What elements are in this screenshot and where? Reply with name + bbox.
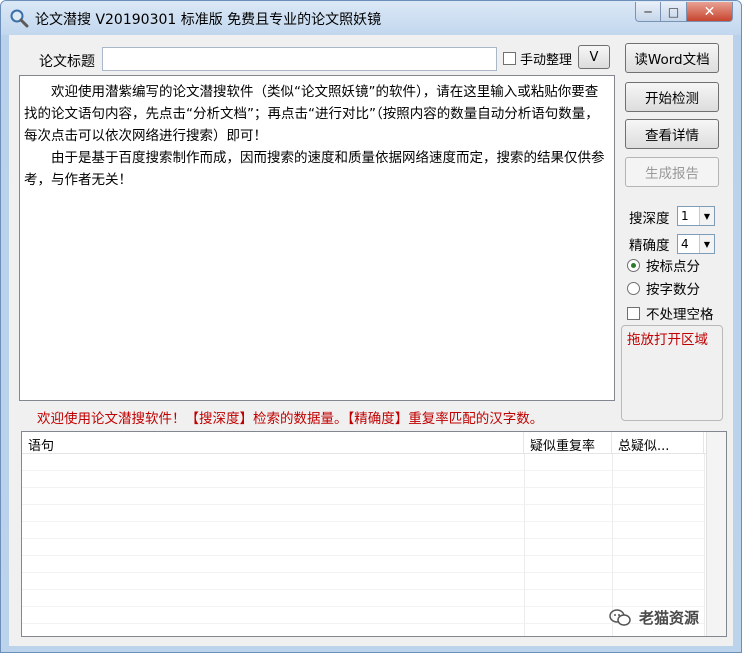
paper-title-label: 论文标题 (39, 54, 95, 70)
split-by-punct-radio[interactable]: 按标点分 (627, 255, 700, 275)
watermark: 老猫资源 (609, 607, 699, 628)
chevron-down-icon[interactable]: ▼ (699, 207, 714, 225)
column-header-repeat-rate[interactable]: 疑似重复率 (524, 432, 612, 453)
content-textarea[interactable]: 欢迎使用潜紫编写的论文潜搜软件（类似“论文照妖镜”的软件），请在这里输入或粘贴你… (19, 75, 615, 401)
column-header-total[interactable]: 总疑似... (612, 432, 704, 453)
no-space-box[interactable] (627, 306, 640, 320)
precision-select[interactable]: 4 ▼ (677, 234, 715, 254)
view-details-button[interactable]: 查看详情 (625, 119, 719, 149)
row-divider (22, 572, 704, 573)
row-divider (22, 589, 704, 590)
drop-open-label: 拖放打开区域 (626, 328, 709, 348)
manual-arrange-checkbox[interactable]: 手动整理 (503, 49, 578, 68)
search-depth-select[interactable]: 1 ▼ (677, 206, 715, 226)
drop-open-area[interactable]: 拖放打开区域 (621, 325, 723, 421)
caption-buttons: ─ □ ✕ (635, 2, 733, 24)
precision-value: 4 (681, 237, 689, 251)
row-divider (22, 538, 704, 539)
manual-arrange-label: 手动整理 (520, 53, 573, 68)
wechat-icon (609, 608, 631, 626)
manual-arrange-box[interactable] (503, 52, 516, 65)
status-text: 欢迎使用论文潜搜软件！【搜深度】检索的数据量。【精确度】重复率匹配的汉字数。 (37, 411, 544, 427)
content-paragraph-2: 由于是基于百度搜索制作而成，因而搜索的速度和质量依据网络速度而定，搜索的结果仅供… (24, 150, 605, 188)
magnifier-icon (10, 9, 29, 28)
maximize-button[interactable]: □ (661, 2, 687, 22)
column-divider (524, 454, 525, 636)
start-detect-button[interactable]: 开始检测 (625, 82, 719, 112)
chevron-down-icon[interactable]: ▼ (699, 235, 714, 253)
radio-unselected-icon[interactable] (627, 281, 640, 295)
title-bar[interactable]: 论文潜搜 V20190301 标准版 免费且专业的论文照妖镜 ─ □ ✕ (1, 1, 741, 35)
row-divider (22, 606, 704, 607)
no-space-checkbox[interactable]: 不处理空格 (627, 303, 714, 323)
row-divider (22, 623, 704, 624)
row-divider (22, 487, 704, 488)
column-divider (704, 454, 705, 636)
radio-selected-icon[interactable] (627, 258, 640, 272)
precision-label: 精确度 (629, 238, 670, 254)
content-paragraph-1: 欢迎使用潜紫编写的论文潜搜软件（类似“论文照妖镜”的软件），请在这里输入或粘贴你… (24, 84, 599, 144)
generate-report-button[interactable]: 生成报告 (625, 157, 719, 187)
minimize-button[interactable]: ─ (635, 2, 661, 22)
app-window: 论文潜搜 V20190301 标准版 免费且专业的论文照妖镜 ─ □ ✕ 论文标… (0, 0, 742, 653)
row-divider (22, 521, 704, 522)
watermark-text: 老猫资源 (639, 609, 700, 627)
table-scrollbar[interactable] (706, 432, 726, 636)
read-word-button[interactable]: 读Word文档 (625, 43, 719, 73)
search-depth-value: 1 (681, 209, 689, 223)
search-depth-label: 搜深度 (629, 211, 670, 227)
column-header-sentence[interactable]: 语句 (22, 432, 524, 453)
close-button[interactable]: ✕ (687, 2, 733, 22)
paper-title-input[interactable] (102, 47, 497, 71)
table-header: 语句 疑似重复率 总疑似... (22, 432, 726, 454)
row-divider (22, 555, 704, 556)
no-space-label: 不处理空格 (646, 307, 714, 323)
split-by-punct-label: 按标点分 (646, 259, 700, 275)
expand-dropdown-button[interactable]: V (578, 45, 610, 69)
window-title: 论文潜搜 V20190301 标准版 免费且专业的论文照妖镜 (35, 12, 382, 28)
row-divider (22, 470, 704, 471)
split-by-chars-radio[interactable]: 按字数分 (627, 278, 700, 298)
row-divider (22, 504, 704, 505)
split-by-chars-label: 按字数分 (646, 282, 700, 298)
client-area: 论文标题 手动整理 V 欢迎使用潜紫编写的论文潜搜软件（类似“论文照妖镜”的软件… (9, 35, 733, 646)
